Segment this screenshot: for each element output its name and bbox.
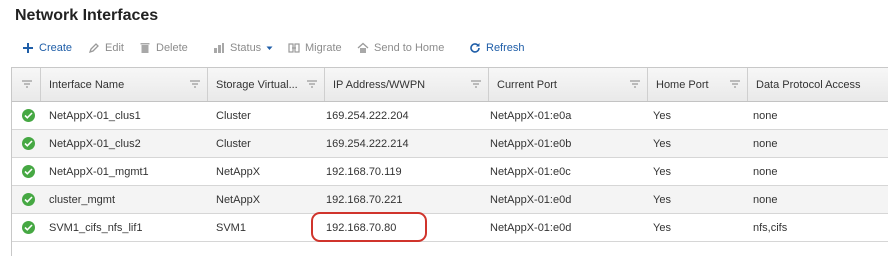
pencil-icon bbox=[88, 42, 100, 54]
online-status-icon bbox=[22, 165, 35, 178]
interface-name-cell: NetAppX-01_clus1 bbox=[49, 109, 141, 122]
column-menu-icon[interactable] bbox=[189, 79, 201, 89]
home-port-cell: Yes bbox=[653, 137, 671, 150]
column-header-data-protocol-access[interactable]: Data Protocol Access bbox=[748, 68, 888, 101]
refresh-label: Refresh bbox=[486, 42, 525, 54]
migrate-label: Migrate bbox=[305, 42, 342, 54]
current-port-cell: NetAppX-01:e0c bbox=[490, 165, 571, 178]
column-header-label: Storage Virtual... bbox=[216, 78, 298, 91]
refresh-icon bbox=[469, 42, 481, 54]
page-title: Network Interfaces bbox=[15, 7, 159, 24]
network-interfaces-table: Interface Name Storage Virtual... IP Add… bbox=[11, 67, 888, 256]
column-header-storage-virtual-machine[interactable]: Storage Virtual... bbox=[208, 68, 325, 101]
online-status-icon bbox=[22, 109, 35, 122]
ip-address-cell: 169.254.222.214 bbox=[326, 137, 409, 150]
data-protocol-access-cell: none bbox=[753, 109, 778, 122]
online-status-icon bbox=[22, 137, 35, 150]
column-header-label: Current Port bbox=[497, 78, 557, 91]
table-row[interactable]: cluster_mgmt NetAppX 192.168.70.221 NetA… bbox=[12, 186, 888, 214]
column-header-label: Data Protocol Access bbox=[756, 78, 861, 91]
data-protocol-access-cell: none bbox=[753, 137, 778, 150]
ip-address-highlight-annotation bbox=[311, 212, 427, 242]
refresh-button[interactable]: Refresh bbox=[469, 42, 525, 54]
current-port-cell: NetAppX-01:e0d bbox=[490, 221, 572, 234]
column-header-label: Home Port bbox=[656, 78, 709, 91]
table-row[interactable]: NetAppX-01_mgmt1 NetAppX 192.168.70.119 … bbox=[12, 158, 888, 186]
table-row[interactable]: NetAppX-01_clus2 Cluster 169.254.222.214… bbox=[12, 130, 888, 158]
delete-label: Delete bbox=[156, 42, 188, 54]
column-header-label: IP Address/WWPN bbox=[333, 78, 426, 91]
column-header-interface-name[interactable]: Interface Name bbox=[41, 68, 208, 101]
toolbar: Create Edit Delete Status Migrate Send t… bbox=[0, 36, 888, 62]
interface-name-cell: SVM1_cifs_nfs_lif1 bbox=[49, 221, 143, 234]
current-port-cell: NetAppX-01:e0d bbox=[490, 193, 572, 206]
column-menu-icon[interactable] bbox=[470, 79, 482, 89]
status-icon bbox=[213, 42, 225, 54]
home-icon bbox=[357, 42, 369, 54]
home-port-cell: Yes bbox=[653, 221, 671, 234]
interface-name-cell: NetAppX-01_mgmt1 bbox=[49, 165, 149, 178]
svm-cell: Cluster bbox=[216, 137, 251, 150]
send-to-home-button[interactable]: Send to Home bbox=[357, 42, 444, 54]
data-protocol-access-cell: none bbox=[753, 193, 778, 206]
edit-button[interactable]: Edit bbox=[88, 42, 124, 54]
column-header-current-port[interactable]: Current Port bbox=[489, 68, 648, 101]
migrate-button[interactable]: Migrate bbox=[288, 42, 342, 54]
svm-cell: NetAppX bbox=[216, 193, 261, 206]
status-label: Status bbox=[230, 42, 262, 54]
ip-address-cell: 169.254.222.204 bbox=[326, 109, 409, 122]
edit-label: Edit bbox=[105, 42, 124, 54]
table-header: Interface Name Storage Virtual... IP Add… bbox=[12, 68, 888, 102]
send-to-home-label: Send to Home bbox=[374, 42, 445, 54]
interface-name-cell: cluster_mgmt bbox=[49, 193, 116, 206]
current-port-cell: NetAppX-01:e0a bbox=[490, 109, 572, 122]
current-port-cell: NetAppX-01:e0b bbox=[490, 137, 572, 150]
home-port-cell: Yes bbox=[653, 109, 671, 122]
column-header-ip-address[interactable]: IP Address/WWPN bbox=[325, 68, 489, 101]
column-menu-icon[interactable] bbox=[729, 79, 741, 89]
column-header-status[interactable] bbox=[12, 68, 41, 101]
plus-icon bbox=[22, 42, 34, 54]
column-menu-icon[interactable] bbox=[306, 79, 318, 89]
caret-down-icon bbox=[266, 42, 273, 54]
column-header-label: Interface Name bbox=[49, 78, 125, 91]
table-row[interactable]: SVM1_cifs_nfs_lif1 SVM1 192.168.70.80 Ne… bbox=[12, 214, 888, 242]
data-protocol-access-cell: none bbox=[753, 165, 778, 178]
ip-address-cell: 192.168.70.221 bbox=[326, 193, 403, 206]
status-dropdown-button[interactable]: Status bbox=[213, 42, 273, 54]
interface-name-cell: NetAppX-01_clus2 bbox=[49, 137, 141, 150]
delete-button[interactable]: Delete bbox=[139, 42, 188, 54]
home-port-cell: Yes bbox=[653, 165, 671, 178]
create-button[interactable]: Create bbox=[22, 42, 72, 54]
online-status-icon bbox=[22, 221, 35, 234]
data-protocol-access-cell: nfs,cifs bbox=[753, 221, 788, 234]
home-port-cell: Yes bbox=[653, 193, 671, 206]
svm-cell: NetAppX bbox=[216, 165, 261, 178]
online-status-icon bbox=[22, 193, 35, 206]
migrate-icon bbox=[288, 42, 300, 54]
svm-cell: SVM1 bbox=[216, 221, 246, 234]
table-row[interactable]: NetAppX-01_clus1 Cluster 169.254.222.204… bbox=[12, 102, 888, 130]
create-label: Create bbox=[39, 42, 73, 54]
column-header-home-port[interactable]: Home Port bbox=[648, 68, 748, 101]
trash-icon bbox=[139, 42, 151, 54]
svm-cell: Cluster bbox=[216, 109, 251, 122]
column-menu-icon[interactable] bbox=[629, 79, 641, 89]
column-menu-icon[interactable] bbox=[21, 79, 33, 89]
ip-address-cell: 192.168.70.119 bbox=[326, 165, 402, 178]
